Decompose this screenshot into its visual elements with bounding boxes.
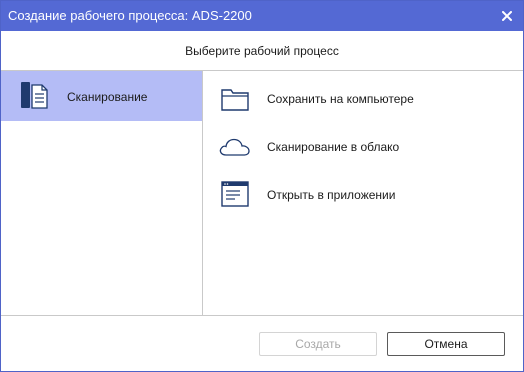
close-icon	[502, 11, 512, 21]
cancel-button[interactable]: Отмена	[387, 332, 505, 356]
folder-icon	[221, 89, 249, 111]
option-label: Сканирование в облако	[267, 140, 400, 154]
cloud-icon	[219, 138, 250, 156]
option-save-to-computer[interactable]: Сохранить на компьютере	[203, 75, 523, 119]
option-scan-to-cloud[interactable]: Сканирование в облако	[203, 123, 523, 167]
category-list: Сканирование	[1, 71, 203, 315]
workflow-dialog: Создание рабочего процесса: ADS-2200 Выб…	[0, 0, 524, 372]
option-list: Сохранить на компьютере Сканирование в о…	[203, 71, 523, 315]
scan-document-icon	[21, 82, 48, 109]
option-open-in-application[interactable]: Открыть в приложении	[203, 171, 523, 215]
category-label: Сканирование	[67, 90, 148, 104]
dialog-footer: Создать Отмена	[1, 315, 523, 372]
content-area: Сканирование Сохранить на компьютере Ска…	[1, 71, 523, 315]
subheader: Выберите рабочий процесс	[1, 31, 523, 71]
option-label: Открыть в приложении	[267, 188, 396, 202]
window-title: Создание рабочего процесса: ADS-2200	[8, 8, 252, 23]
instruction-text: Выберите рабочий процесс	[185, 44, 339, 58]
category-item-scanning[interactable]: Сканирование	[1, 71, 202, 121]
title-bar: Создание рабочего процесса: ADS-2200	[1, 1, 523, 31]
application-window-icon	[221, 181, 249, 207]
create-button[interactable]: Создать	[259, 332, 377, 356]
close-button[interactable]	[495, 4, 519, 28]
option-label: Сохранить на компьютере	[267, 92, 414, 106]
